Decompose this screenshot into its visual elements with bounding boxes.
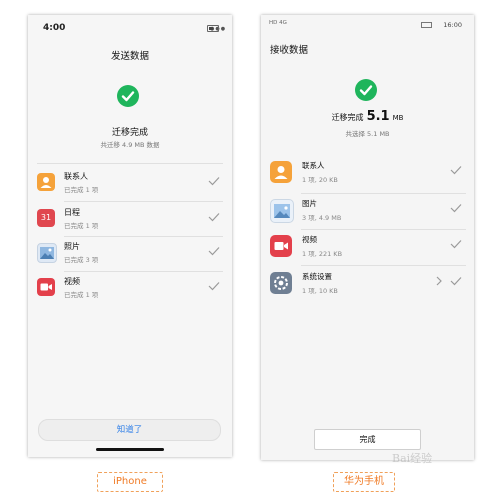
- item-name: 系统设置: [302, 272, 332, 281]
- settings-icon: [270, 272, 292, 294]
- migration-summary: 共迁移 4.9 MB 数据: [100, 141, 160, 149]
- gallery-icon: [270, 199, 294, 223]
- item-name: 照片: [64, 242, 80, 251]
- item-status: 已完成 1 项: [64, 186, 99, 194]
- list-item-photos: 照片 已完成 3 项: [28, 238, 232, 270]
- check-icon: [450, 277, 462, 286]
- watermark: Bai经验: [392, 452, 433, 465]
- list-item-contacts: 联系人 1 项, 20 KB: [261, 157, 474, 193]
- contacts-icon: [270, 161, 292, 183]
- list-item-contacts: 联系人 已完成 1 项: [28, 168, 232, 200]
- page-title: 接收数据: [270, 45, 309, 56]
- contacts-icon: [37, 173, 55, 191]
- network-status: HD 4G: [269, 20, 287, 26]
- divider: [64, 201, 223, 202]
- status-bar: 4:00 ●●●: [28, 15, 232, 39]
- done-text: 迁移完成: [331, 113, 364, 122]
- huawei-caption-tag: 华为手机: [333, 472, 395, 492]
- got-it-button[interactable]: 知道了: [38, 419, 221, 441]
- list-item-calendar: 31 日程 已完成 1 项: [28, 204, 232, 236]
- check-icon: [208, 213, 220, 222]
- status-time: 4:00: [43, 23, 66, 33]
- status-bar: HD 4G 16:00: [261, 15, 474, 35]
- success-check-icon: [355, 79, 377, 101]
- divider: [64, 271, 223, 272]
- video-icon: [270, 235, 292, 257]
- item-name: 日程: [64, 208, 80, 217]
- huawei-screen: HD 4G 16:00 接收数据 迁移完成 5.1 MB 共选择 5.1 MB 联系…: [261, 15, 474, 460]
- photos-icon: [37, 243, 57, 263]
- item-status: 已完成 1 项: [64, 291, 99, 299]
- chevron-right-icon[interactable]: [435, 276, 443, 286]
- item-name: 联系人: [64, 172, 88, 181]
- item-name: 联系人: [302, 161, 325, 170]
- battery-icon: [207, 25, 219, 32]
- check-icon: [450, 166, 462, 175]
- divider: [301, 229, 466, 230]
- item-detail: 1 项, 20 KB: [302, 176, 338, 184]
- item-detail: 1 项, 10 KB: [302, 287, 338, 295]
- home-indicator[interactable]: [96, 448, 164, 451]
- iphone-caption-tag: iPhone: [97, 472, 163, 492]
- list-item-gallery: 图片 3 项, 4.9 MB: [261, 195, 474, 231]
- video-icon: [37, 278, 55, 296]
- migration-summary: 共选择 5.1 MB: [345, 130, 390, 138]
- divider: [301, 265, 466, 266]
- done-size: 5.1: [366, 109, 390, 124]
- iphone-screen: 4:00 ●●● 发送数据 迁移完成 共迁移 4.9 MB 数据 联系人 已完成…: [28, 15, 232, 457]
- status-time: 16:00: [443, 21, 462, 29]
- check-icon: [208, 177, 220, 186]
- migration-done-label: 迁移完成: [111, 128, 148, 138]
- check-icon: [450, 204, 462, 213]
- divider: [37, 163, 223, 164]
- done-button[interactable]: 完成: [314, 429, 421, 450]
- item-name: 视频: [64, 277, 80, 286]
- item-status: 已完成 1 项: [64, 222, 99, 230]
- item-detail: 1 项, 221 KB: [302, 250, 343, 258]
- battery-icon: [421, 22, 432, 28]
- page-title: 发送数据: [110, 51, 149, 62]
- item-detail: 3 项, 4.9 MB: [302, 214, 342, 222]
- list-item-system-settings[interactable]: 系统设置 1 项, 10 KB: [261, 268, 474, 304]
- list-item-video: 视频 1 项, 221 KB: [261, 231, 474, 267]
- list-item-video: 视频 已完成 1 项: [28, 273, 232, 305]
- check-icon: [450, 240, 462, 249]
- item-status: 已完成 3 项: [64, 256, 99, 264]
- divider: [301, 193, 466, 194]
- item-name: 视频: [302, 235, 317, 244]
- check-icon: [208, 282, 220, 291]
- item-name: 图片: [302, 199, 317, 208]
- success-check-icon: [117, 85, 139, 107]
- migration-done-label: 迁移完成 5.1 MB: [261, 109, 474, 124]
- divider: [64, 236, 223, 237]
- calendar-icon: 31: [37, 209, 55, 227]
- check-icon: [208, 247, 220, 256]
- done-unit: MB: [392, 114, 404, 122]
